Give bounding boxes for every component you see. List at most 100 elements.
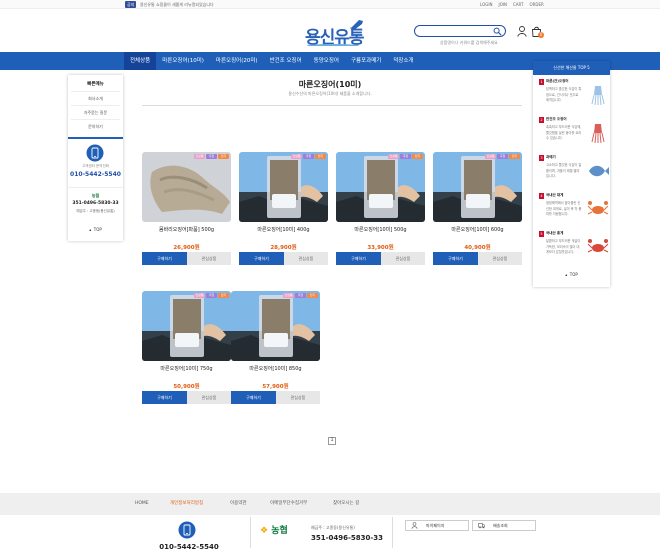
nav-guryongpo-gwamegi[interactable]: 구룡포과메기 bbox=[345, 52, 387, 70]
product-price: 28,900원 bbox=[270, 245, 297, 251]
wishlist-button[interactable]: 관심상품 bbox=[187, 252, 231, 265]
hot-badge: 인기 bbox=[509, 154, 520, 159]
hot-badge: 인기 bbox=[412, 154, 423, 159]
buy-button[interactable]: 구매하기 bbox=[433, 252, 478, 265]
quick-menu-inquiry[interactable]: 문의하기 bbox=[71, 119, 120, 133]
wishlist-button[interactable]: 관심상품 bbox=[187, 391, 231, 404]
quick-menu-sidebar: 빠른메뉴 회사소개 자주묻는 질문 문의하기 고객센터 문의전화 010-544… bbox=[68, 75, 123, 241]
product-image[interactable]: 신상품 추천 인기 bbox=[142, 291, 231, 361]
hot-badge: 인기 bbox=[218, 293, 229, 298]
top5-title: 신선한 해산물 TOP 5 bbox=[533, 61, 610, 75]
buy-button[interactable]: 구매하기 bbox=[336, 252, 381, 265]
top5-item[interactable]: 3 과메기 고소하고 쫄깃한 식감이 일품이며, 겨울이 제철 별미입니다. bbox=[536, 155, 610, 193]
top5-item-desc: 달콤하고 부드러운 게살이 가득한, 보리속이 많아 대게보다 감칠맛입니다. bbox=[546, 239, 581, 254]
rank-number: 3 bbox=[539, 155, 544, 161]
product-image[interactable]: 신상품 추천 인기 bbox=[336, 152, 425, 222]
notice-text[interactable]: 용신유통 쇼핑몰이 새롭게 리뉴얼되었습니다 bbox=[140, 1, 214, 8]
product-name[interactable]: 마른오징어[10미] 850g bbox=[231, 365, 320, 372]
squid-logo-icon bbox=[350, 20, 363, 30]
footer-directions-link[interactable]: 찾아오시는 길 bbox=[333, 493, 359, 515]
logo-wave bbox=[307, 44, 359, 47]
footer-divider bbox=[250, 517, 251, 548]
join-link[interactable]: JOIN bbox=[499, 1, 508, 8]
quick-menu-faq[interactable]: 자주묻는 질문 bbox=[71, 105, 120, 119]
product-price: 50,900원 bbox=[173, 384, 200, 390]
order-link[interactable]: ORDER bbox=[529, 1, 543, 8]
footer-bank-account: 351-0496-5830-33 bbox=[311, 534, 384, 542]
recommend-badge: 추천 bbox=[206, 293, 217, 298]
footer-nav: HOME 개인정보처리방침 이용약관 이메일무단수집거부 찾아오시는 길 bbox=[0, 493, 660, 515]
top5-item[interactable]: 1 마른(건)오징어 담백하고 졸깃한 식감이 특징으로, 간식이나 안주로 제격입… bbox=[536, 79, 610, 117]
user-icon[interactable] bbox=[517, 26, 527, 37]
product-image[interactable]: 신상품 추천 인기 bbox=[231, 291, 320, 361]
quick-menu-about[interactable]: 회사소개 bbox=[71, 91, 120, 105]
footer-home-link[interactable]: HOME bbox=[135, 493, 149, 515]
product-name[interactable]: 마른오징어[10미] 750g bbox=[142, 365, 231, 372]
footer-email-policy-link[interactable]: 이메일무단수집거부 bbox=[270, 493, 307, 515]
top5-item-name: 국내산 대게 bbox=[546, 193, 564, 197]
product-name[interactable]: 마른오징어[10미] 500g bbox=[336, 226, 425, 233]
wishlist-button[interactable]: 관심상품 bbox=[381, 252, 425, 265]
product-price: 26,900원 bbox=[173, 245, 200, 251]
top5-item[interactable]: 2 반건조 오징어 촉촉하고 부드러운 식감에, 쫄깃함을 살린 동이를 요리 수 … bbox=[536, 117, 610, 155]
person-icon bbox=[411, 522, 418, 529]
product-price: 57,900원 bbox=[262, 384, 289, 390]
footer-terms-link[interactable]: 이용약관 bbox=[230, 493, 247, 515]
footer-divider bbox=[392, 517, 393, 548]
product-image[interactable]: 신상품 추천 인기 bbox=[142, 152, 231, 222]
nav-east-sea-squid[interactable]: 동양오징어 bbox=[308, 52, 345, 70]
top5-sidebar: 신선한 해산물 TOP 5 1 마른(건)오징어 담백하고 졸깃한 식감이 특징으로… bbox=[533, 61, 610, 287]
footer: 010-5442-5540 ❖ 농협 예금주 : 고종동(용신유통) 351-0… bbox=[0, 515, 660, 551]
truck-icon bbox=[478, 523, 485, 529]
page-subtitle: 용신수산의 마른오징어(10미) 제품을 소개합니다. bbox=[288, 91, 372, 96]
mypage-button[interactable]: 마이페이지 bbox=[405, 520, 469, 531]
top5-item-name: 과메기 bbox=[546, 155, 556, 159]
product-name[interactable]: 마른오징어[10미] 600g bbox=[433, 226, 522, 233]
cart-link[interactable]: CART bbox=[513, 1, 523, 8]
recommend-badge: 추천 bbox=[400, 154, 411, 159]
buy-button[interactable]: 구매하기 bbox=[142, 252, 187, 265]
wishlist-button[interactable]: 관심상품 bbox=[276, 391, 320, 404]
product-name[interactable]: 몸바리오징어[파품] 500g bbox=[142, 226, 231, 233]
recommend-badge: 추천 bbox=[497, 154, 508, 159]
top5-item[interactable]: 4 국내산 대게 청정해역에서 잡아올린 신선한 대게로, 살이 꽉 차 풍미를 자… bbox=[536, 193, 610, 231]
buy-button[interactable]: 구매하기 bbox=[231, 391, 276, 404]
nav-all-products[interactable]: 전체상품 bbox=[124, 52, 157, 70]
nav-about-farm[interactable]: 덕장소개 bbox=[387, 52, 419, 70]
new-badge: 신상품 bbox=[388, 154, 399, 159]
nav-dried-squid-20[interactable]: 마른오징어(20미) bbox=[210, 52, 264, 70]
login-link[interactable]: LOGIN bbox=[480, 1, 493, 8]
pagination-page[interactable]: 1 bbox=[328, 437, 336, 445]
notice-badge: 공지 bbox=[125, 1, 137, 8]
left-top-button[interactable]: ▴ TOP bbox=[68, 227, 123, 232]
new-badge: 신상품 bbox=[283, 293, 294, 298]
site-logo[interactable]: 용신유통 bbox=[305, 18, 367, 48]
new-badge: 신상품 bbox=[485, 154, 496, 159]
phone-icon bbox=[86, 144, 104, 162]
nav-semi-dried-squid[interactable]: 반건조 오징어 bbox=[264, 52, 308, 70]
phone-number: 010-5442-5540 bbox=[70, 171, 121, 178]
nav-dried-squid-10[interactable]: 마른오징어(10미) bbox=[156, 52, 210, 70]
top5-item-name: 반건조 오징어 bbox=[546, 117, 567, 121]
top5-item-name: 국내산 홍게 bbox=[546, 231, 564, 235]
search-icon[interactable] bbox=[493, 27, 502, 36]
crab-icon bbox=[586, 197, 610, 221]
buy-button[interactable]: 구매하기 bbox=[142, 391, 187, 404]
buy-button[interactable]: 구매하기 bbox=[239, 252, 284, 265]
wishlist-button[interactable]: 관심상품 bbox=[478, 252, 522, 265]
new-badge: 신상품 bbox=[291, 154, 302, 159]
hot-badge: 인기 bbox=[218, 154, 229, 159]
product-name[interactable]: 마른오징어[10미] 400g bbox=[239, 226, 328, 233]
search-input[interactable] bbox=[419, 27, 491, 35]
top-bar: 공지 용신유통 쇼핑몰이 새롭게 리뉴얼되었습니다 LOGIN JOIN CAR… bbox=[0, 0, 660, 9]
product-image[interactable]: 신상품 추천 인기 bbox=[433, 152, 522, 222]
delivery-tracking-button[interactable]: 배송조회 bbox=[472, 520, 536, 531]
top5-item[interactable]: 5 국내산 홍게 달콤하고 부드러운 게살이 가득한, 보리속이 많아 대게보다 감… bbox=[536, 231, 610, 269]
footer-privacy-link[interactable]: 개인정보처리방침 bbox=[170, 493, 203, 515]
phone-icon bbox=[178, 521, 196, 539]
rank-number: 1 bbox=[539, 79, 544, 85]
top5-item-desc: 담백하고 졸깃한 식감이 특징으로, 간식이나 안주로 제격입니다. bbox=[546, 87, 582, 102]
right-top-button[interactable]: ▴ TOP bbox=[533, 272, 610, 277]
wishlist-button[interactable]: 관심상품 bbox=[284, 252, 328, 265]
product-image[interactable]: 신상품 추천 인기 bbox=[239, 152, 328, 222]
